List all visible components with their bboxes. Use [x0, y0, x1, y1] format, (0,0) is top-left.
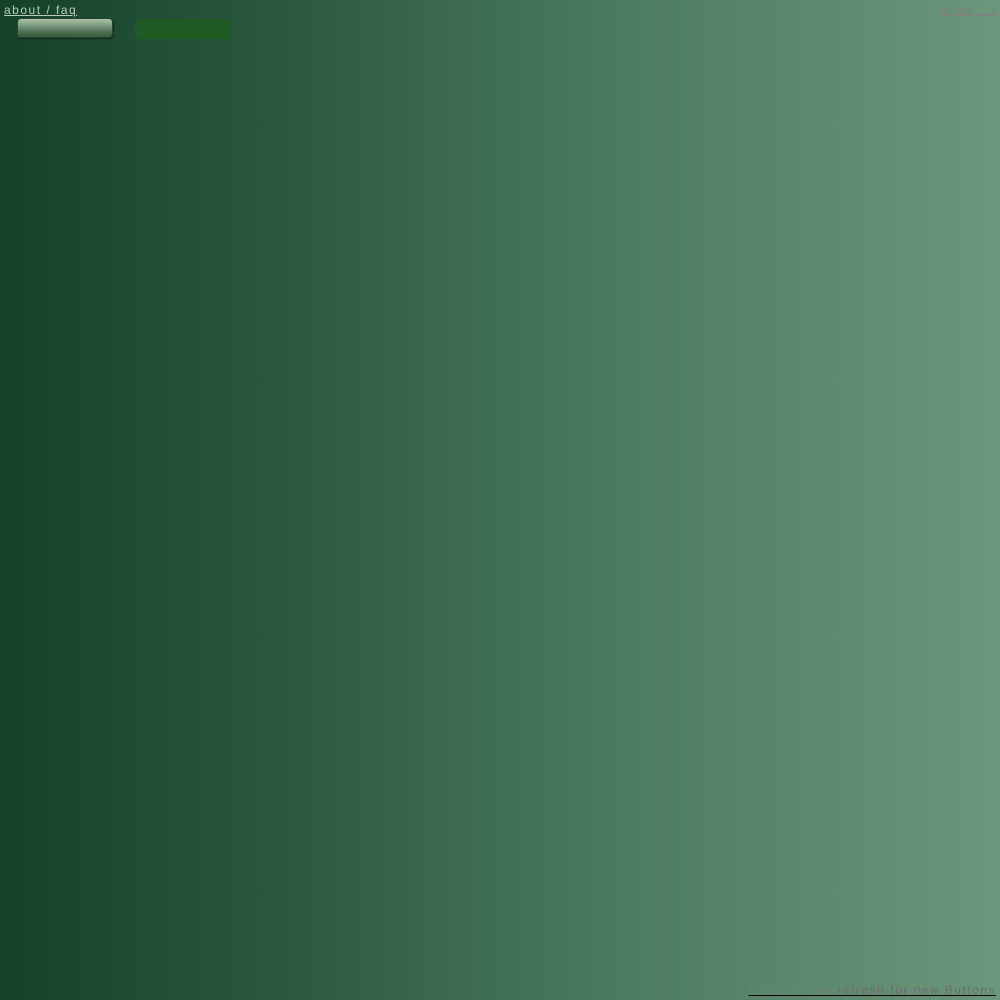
gradient-button[interactable] [17, 18, 113, 38]
refresh-buttons-link[interactable]: click here or refresh for new Buttons [748, 983, 996, 997]
about-faq-link[interactable]: about / faq [4, 3, 77, 17]
or-text: or [814, 983, 838, 997]
flat-green-button[interactable] [135, 19, 230, 39]
drop-link[interactable]: drop: ... [942, 3, 996, 17]
refresh-text: refresh for new Buttons [837, 983, 996, 997]
click-here-text: click here [748, 983, 815, 997]
